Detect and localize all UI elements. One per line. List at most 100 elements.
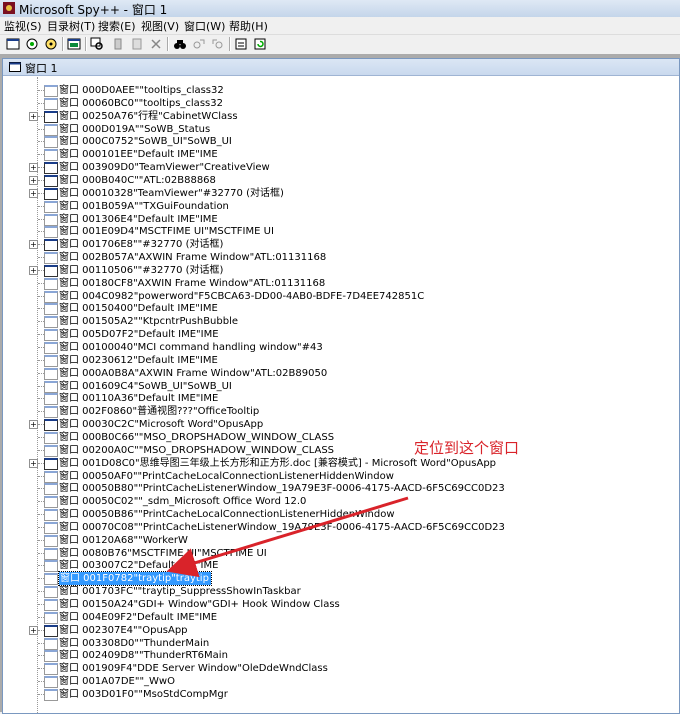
toolbar-separator: [85, 37, 87, 51]
expand-toggle[interactable]: +: [29, 175, 38, 185]
window-icon: [44, 573, 58, 586]
menu-window[interactable]: 窗口(W): [184, 18, 225, 34]
tree-row[interactable]: 窗口 00120A68""WorkerW: [3, 534, 679, 547]
toolbar-separator: [62, 37, 64, 51]
tree-row-label: 窗口 002B057A"AXWIN Frame Window"ATL:01131…: [59, 252, 327, 264]
expand-toggle[interactable]: +: [29, 163, 38, 173]
tree-row-label: 窗口 00150A24"GDI+ Window"GDI+ Hook Window…: [59, 599, 340, 610]
tree-row[interactable]: 窗口 00150A24"GDI+ Window"GDI+ Hook Window…: [3, 598, 679, 611]
tree-row[interactable]: 窗口 000A0B8A"AXWIN Frame Window"ATL:02B89…: [3, 367, 679, 380]
tree-row[interactable]: + 窗口 003909D0"TeamViewer"CreativeView: [3, 161, 679, 175]
tree-row[interactable]: 窗口 00180CF8"AXWIN Frame Window"ATL:01131…: [3, 277, 679, 290]
tree-row[interactable]: 窗口 000C0752"SoWB_UI"SoWB_UI: [3, 135, 679, 149]
window-icon: [44, 444, 58, 457]
tree-row[interactable]: 窗口 000D019A""SoWB_Status: [3, 123, 679, 136]
tree-child-window: 窗口 1 窗口 000D0AEE""tooltips_class32 窗口 000…: [2, 58, 680, 714]
tree-row[interactable]: 窗口 00200A0C""MSO_DROPSHADOW_WINDOW_CLASS: [3, 444, 679, 457]
threads-icon[interactable]: [42, 36, 60, 52]
clear-icon[interactable]: [147, 36, 165, 52]
tree-row[interactable]: + 窗口 00010328"TeamViewer"#32770 (对话框): [3, 187, 679, 200]
tree-row[interactable]: + 窗口 000B040C""ATL:02B88868: [3, 174, 679, 187]
properties-icon[interactable]: [232, 36, 250, 52]
tree-row[interactable]: 窗口 000101EE"Default IME"IME: [3, 148, 679, 162]
expand-toggle[interactable]: +: [29, 188, 38, 198]
window-icon: [44, 496, 58, 509]
tree-row-label: 窗口 00200A0C""MSO_DROPSHADOW_WINDOW_CLASS: [59, 444, 335, 456]
tree-row[interactable]: 窗口 003D01F0""MsoStdCompMgr: [3, 688, 679, 701]
find-prev-icon[interactable]: [209, 36, 227, 52]
tree-row[interactable]: + 窗口 001706E8""#32770 (对话框): [3, 238, 679, 252]
tree-row[interactable]: 窗口 0080B76"MSCTFIME UI"MSCTFIME UI: [3, 547, 679, 560]
tree-row[interactable]: 窗口 00070C08""PrintCacheListenerWindow_19…: [3, 521, 679, 534]
tree-row[interactable]: 窗口 00100040"MCI command handling window"…: [3, 341, 679, 354]
tree-row[interactable]: 窗口 001505A2""KtpcntrPushBubble: [3, 315, 679, 329]
expand-toggle[interactable]: +: [29, 420, 38, 430]
tree-row[interactable]: 窗口 005D07F2"Default IME"IME: [3, 328, 679, 342]
tree-row[interactable]: 窗口 001703FC""traytip_SuppressShowInTaskb…: [3, 585, 679, 599]
tree-row[interactable]: + 窗口 001D08C0"思维导图三年级上长方形和正方形.doc [兼容模式] …: [3, 457, 679, 470]
tree-row[interactable]: 窗口 00150400"Default IME"IME: [3, 302, 679, 316]
tree-row[interactable]: 窗口 00050B80""PrintCacheListenerWindow_19…: [3, 482, 679, 496]
tree-row[interactable]: 窗口 00110A36"Default IME"IME: [3, 392, 679, 406]
tree-row[interactable]: 窗口 003308D0""ThunderMain: [3, 637, 679, 650]
menu-view[interactable]: 视图(V): [141, 18, 179, 34]
start-logging-icon[interactable]: [109, 36, 127, 52]
menu-search[interactable]: 搜索(E): [98, 18, 136, 34]
tree-row[interactable]: 窗口 001A07DE""_WwO: [3, 675, 679, 689]
window-tree[interactable]: 窗口 000D0AEE""tooltips_class32 窗口 00060BC0…: [3, 77, 679, 713]
window-icon: [44, 380, 58, 393]
stop-logging-icon[interactable]: [128, 36, 146, 52]
tree-row-label: 窗口 001609C4"SoWB_UI"SoWB_UI: [59, 380, 232, 392]
window-icon: [44, 509, 58, 522]
tree-row-label: 窗口 00150400"Default IME"IME: [59, 303, 218, 315]
tree-row-label: 窗口 0080B76"MSCTFIME UI"MSCTFIME UI: [59, 547, 267, 559]
menu-tree[interactable]: 目录树(T): [47, 18, 95, 34]
tree-row[interactable]: 窗口 001B059A""TXGuiFoundation: [3, 200, 679, 213]
windows-icon[interactable]: [4, 36, 22, 52]
menu-monitor[interactable]: 监视(S): [4, 18, 42, 34]
tree-row-label: 窗口 001D08C0"思维导图三年级上长方形和正方形.doc [兼容模式] -…: [59, 457, 497, 469]
expand-toggle[interactable]: +: [29, 625, 38, 635]
find-next-icon[interactable]: [190, 36, 208, 52]
processes-icon[interactable]: [23, 36, 41, 52]
tree-row[interactable]: 窗口 000B0C66""MSO_DROPSHADOW_WINDOW_CLASS: [3, 431, 679, 444]
expand-toggle[interactable]: +: [29, 111, 38, 121]
tree-row[interactable]: 窗口 001609C4"SoWB_UI"SoWB_UI: [3, 380, 679, 393]
refresh-icon[interactable]: [251, 36, 269, 52]
tree-row[interactable]: 窗口 00050C02""_sdm_Microsoft Office Word …: [3, 495, 679, 509]
tree-row[interactable]: 窗口 00060BC0""tooltips_class32: [3, 97, 679, 110]
expand-toggle[interactable]: +: [29, 458, 38, 468]
tree-row[interactable]: 窗口 001909F4"DDE Server Window"OleDdeWndC…: [3, 662, 679, 676]
tree-row[interactable]: + 窗口 00110506""#32770 (对话框): [3, 264, 679, 277]
child-window-title: 窗口 1: [25, 62, 58, 75]
tree-row[interactable]: 窗口 00050B86""PrintCacheLocalConnectionLi…: [3, 508, 679, 522]
tree-row-label: 窗口 001F0782"traytip"traytip: [58, 571, 212, 587]
tree-row[interactable]: + 窗口 00250A76"行程"CabinetWClass: [3, 110, 679, 123]
tree-row[interactable]: 窗口 004E09F2"Default IME"IME: [3, 611, 679, 624]
expand-toggle[interactable]: +: [29, 240, 38, 250]
tree-row[interactable]: 窗口 001306E4"Default IME"IME: [3, 213, 679, 226]
tree-row[interactable]: 窗口 002F0860"普通视图???"OfficeTooltip: [3, 405, 679, 419]
tree-row-label: 窗口 000D0AEE""tooltips_class32: [59, 85, 224, 96]
tree-row[interactable]: 窗口 004C0982"powerword"F5CBCA63-DD00-4AB0…: [3, 290, 679, 303]
window-icon: [44, 226, 58, 239]
tree-row[interactable]: 窗口 002B057A"AXWIN Frame Window"ATL:01131…: [3, 251, 679, 265]
tree-row[interactable]: 窗口 000D0AEE""tooltips_class32: [3, 84, 679, 97]
menu-bar: 监视(S) 目录树(T) 搜索(E) 视图(V) 窗口(W) 帮助(H): [0, 17, 680, 34]
tree-row-selected[interactable]: 窗口 001F0782"traytip"traytip: [3, 571, 679, 587]
tree-row[interactable]: 窗口 003007C2"Default IME"IME: [3, 559, 679, 573]
tree-row[interactable]: 窗口 001E09D4"MSCTFIME UI"MSCTFIME UI: [3, 225, 679, 239]
find-icon[interactable]: [171, 36, 189, 52]
tree-row-label: 窗口 003D01F0""MsoStdCompMgr: [59, 688, 228, 700]
expand-toggle[interactable]: +: [29, 265, 38, 275]
menu-help[interactable]: 帮助(H): [229, 18, 268, 34]
tree-row[interactable]: 窗口 00230612"Default IME"IME: [3, 354, 679, 367]
tree-row[interactable]: + 窗口 00030C2C"Microsoft Word"OpusApp: [3, 418, 679, 432]
window-icon: [44, 688, 58, 701]
tree-row[interactable]: 窗口 002409D8""ThunderRT6Main: [3, 649, 679, 663]
window-icon: [44, 97, 58, 110]
tree-row[interactable]: 窗口 00050AF0""PrintCacheLocalConnectionLi…: [3, 470, 679, 483]
messages-icon[interactable]: [65, 36, 83, 52]
find-window-icon[interactable]: [88, 36, 106, 52]
tree-row[interactable]: + 窗口 002307E4""OpusApp: [3, 624, 679, 637]
